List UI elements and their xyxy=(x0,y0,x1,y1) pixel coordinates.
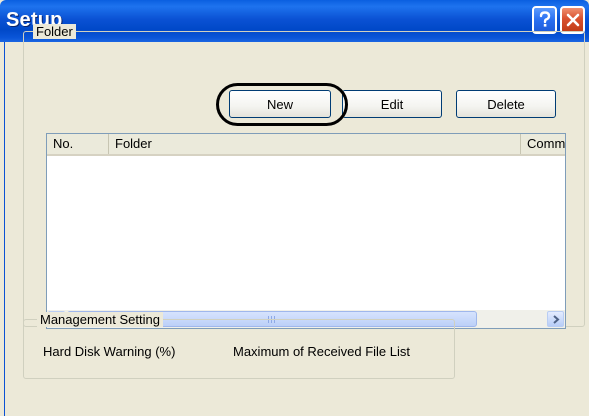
new-button[interactable]: New xyxy=(229,90,331,118)
column-header-comment[interactable]: Comment xyxy=(521,134,565,154)
edit-button[interactable]: Edit xyxy=(342,90,442,118)
folder-list[interactable]: No. Folder Comment xyxy=(46,133,566,329)
setup-window: Setup Folder New Edit Delete No. Folder … xyxy=(0,0,589,416)
max-received-file-list-label: Maximum of Received File List xyxy=(233,344,410,359)
help-button[interactable] xyxy=(532,6,557,34)
close-button[interactable] xyxy=(560,6,585,34)
management-group-label: Management Setting xyxy=(37,312,163,327)
close-icon xyxy=(566,13,579,27)
list-header: No. Folder Comment xyxy=(47,134,565,156)
hard-disk-warning-label: Hard Disk Warning (%) xyxy=(43,344,176,359)
column-header-no[interactable]: No. xyxy=(47,134,109,154)
folder-group-label: Folder xyxy=(33,24,76,39)
delete-button[interactable]: Delete xyxy=(456,90,556,118)
chevron-right-icon xyxy=(552,314,560,324)
column-header-folder[interactable]: Folder xyxy=(109,134,521,154)
list-body[interactable] xyxy=(47,156,565,310)
question-icon xyxy=(539,11,550,27)
scroll-right-button[interactable] xyxy=(547,311,564,327)
